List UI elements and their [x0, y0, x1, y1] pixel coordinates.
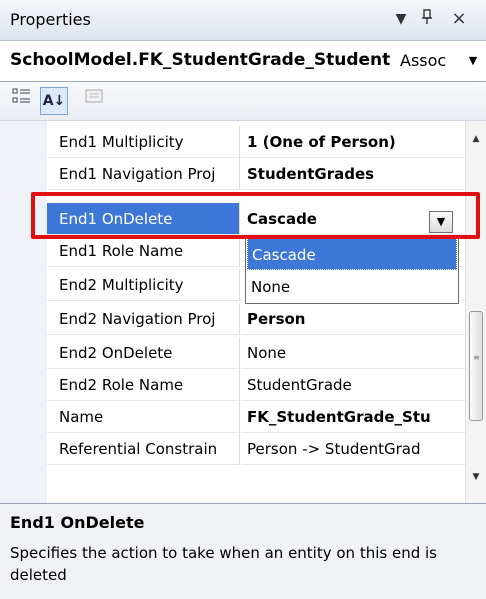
ondelete-dropdown-list[interactable]: Cascade None	[245, 236, 459, 304]
description-pane: End1 OnDelete Specifies the action to ta…	[0, 504, 486, 599]
title-bar: Properties ▼ ×	[0, 0, 486, 41]
alphabetical-icon[interactable]: A↓	[40, 87, 68, 115]
vertical-scrollbar[interactable]: ▲ ≡ ▼	[465, 121, 486, 503]
property-name: Name	[47, 401, 240, 433]
object-selector[interactable]: SchoolModel.FK_StudentGrade_Student Asso…	[0, 41, 486, 82]
auto-hide-pin-icon[interactable]	[417, 9, 437, 29]
categorized-icon[interactable]	[8, 87, 36, 115]
object-type: Assoc	[400, 51, 447, 70]
property-name: End1 Role Name	[47, 235, 240, 267]
description-title: End1 OnDelete	[10, 513, 145, 532]
window-menu-icon[interactable]: ▼	[391, 9, 411, 29]
property-value[interactable]: Person -> StudentGrad	[241, 433, 465, 465]
property-row[interactable]: End1 Navigation Proj StudentGrades	[47, 158, 465, 190]
property-value[interactable]: None	[241, 337, 465, 369]
property-row[interactable]: Referential Constrain Person -> StudentG…	[47, 433, 465, 465]
object-name: SchoolModel.FK_StudentGrade_Student	[10, 50, 391, 70]
grid-gutter	[0, 121, 47, 503]
property-value[interactable]: StudentGrades	[241, 158, 465, 190]
property-grid: End1 Multiplicity 1 (One of Person) End1…	[0, 121, 486, 504]
property-name: End1 Navigation Proj	[47, 158, 240, 190]
property-row[interactable]: Name FK_StudentGrade_Stu	[47, 401, 465, 433]
property-name: Referential Constrain	[47, 433, 240, 465]
window-title: Properties	[10, 10, 91, 29]
properties-toolbar: A↓	[0, 82, 486, 121]
property-pages-icon[interactable]	[80, 87, 108, 115]
grip-icon: ≡	[473, 353, 480, 362]
property-name: End1 Multiplicity	[47, 126, 240, 158]
property-value[interactable]: StudentGrade	[241, 369, 465, 401]
property-name: End2 OnDelete	[47, 337, 240, 369]
property-value[interactable]: FK_StudentGrade_Stu	[241, 401, 465, 433]
close-icon[interactable]: ×	[449, 9, 469, 29]
property-value[interactable]: 1 (One of Person)	[241, 126, 465, 158]
property-name: End2 Multiplicity	[47, 269, 240, 301]
property-name: End2 Role Name	[47, 369, 240, 401]
scroll-up-arrow-icon[interactable]: ▲	[466, 129, 486, 149]
property-row[interactable]: End2 Navigation Proj Person	[47, 303, 465, 335]
property-value[interactable]: Person	[241, 303, 465, 335]
dropdown-option[interactable]: None	[247, 271, 457, 303]
object-selector-arrow-icon[interactable]: ▼	[463, 51, 483, 71]
property-name: End1 OnDelete	[47, 203, 240, 235]
property-row[interactable]: End2 OnDelete None	[47, 337, 465, 369]
property-row-selected[interactable]: End1 OnDelete Cascade	[47, 203, 465, 235]
combobox-dropdown-button[interactable]: ▼	[429, 211, 453, 233]
scroll-down-arrow-icon[interactable]: ▼	[466, 467, 486, 487]
property-name: End2 Navigation Proj	[47, 303, 240, 335]
property-row[interactable]: End2 Role Name StudentGrade	[47, 369, 465, 401]
property-row[interactable]: End1 Multiplicity 1 (One of Person)	[47, 126, 465, 158]
dropdown-option-selected[interactable]: Cascade	[247, 238, 457, 270]
properties-window: Properties ▼ × SchoolModel.FK_StudentGra…	[0, 0, 486, 599]
scrollbar-thumb[interactable]: ≡	[469, 311, 483, 421]
description-text: Specifies the action to take when an ent…	[10, 544, 437, 584]
